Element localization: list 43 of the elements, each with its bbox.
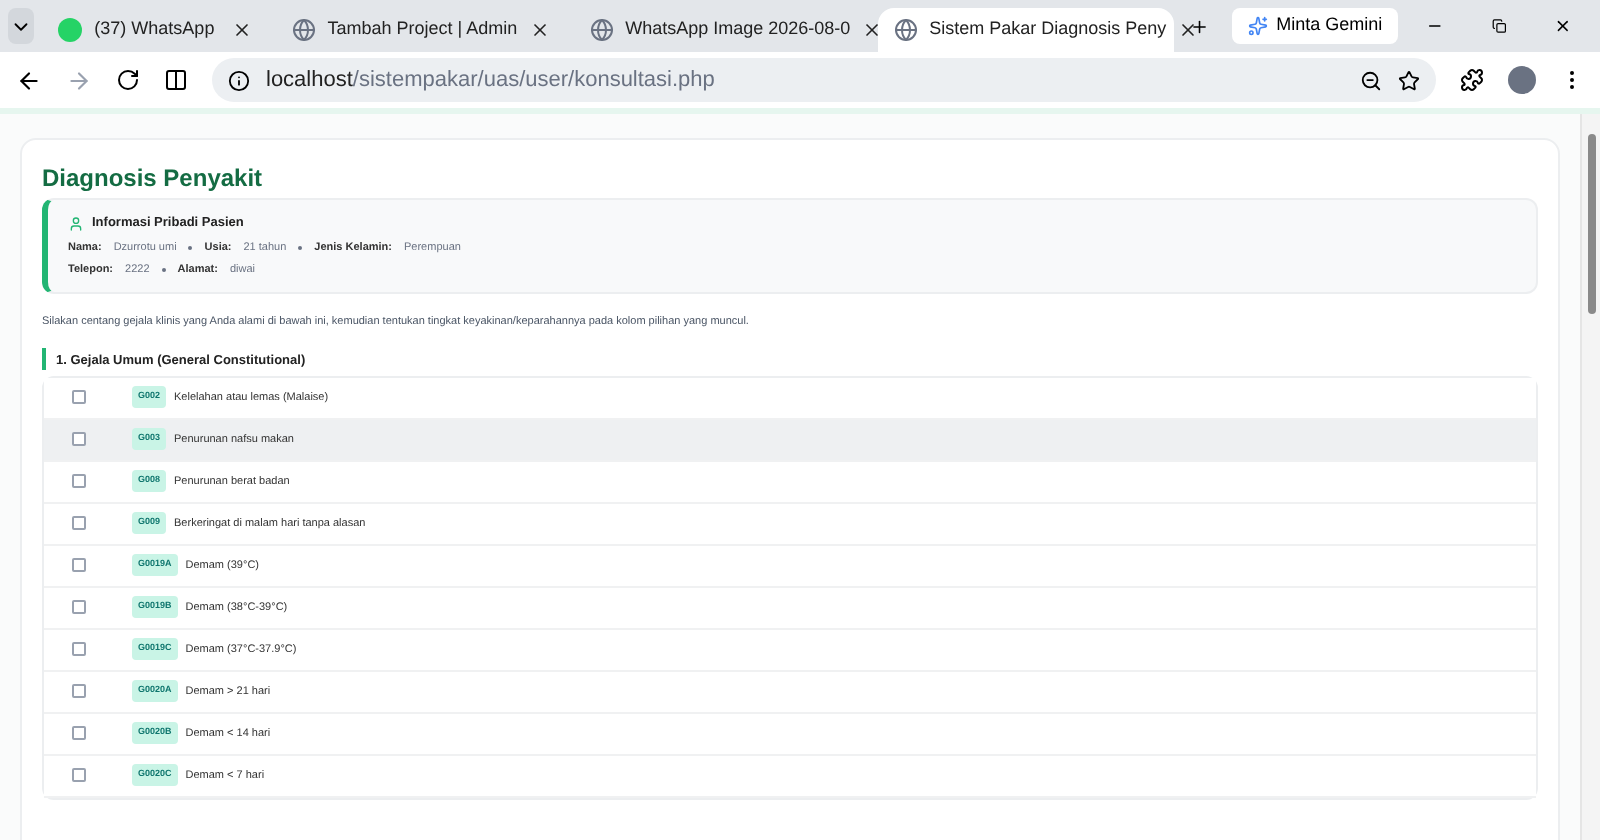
checkbox[interactable] (72, 726, 86, 741)
checkbox[interactable] (72, 432, 86, 447)
tab-list-button[interactable] (8, 8, 35, 44)
reload-icon[interactable] (116, 68, 140, 92)
checkbox[interactable] (72, 558, 86, 573)
chat-icon (58, 18, 83, 42)
split-view-icon[interactable] (164, 68, 188, 92)
close-icon[interactable] (862, 20, 883, 40)
url-text: localhost/sistempakar/uas/user/konsultasi.php (266, 65, 717, 96)
bookmark-star-icon[interactable] (1398, 69, 1420, 91)
zoom-out-icon[interactable] (1360, 69, 1382, 91)
checkbox[interactable] (72, 684, 86, 699)
profile-avatar[interactable] (1508, 66, 1536, 94)
close-icon[interactable] (529, 20, 550, 40)
address-bar[interactable]: localhost/sistempakar/uas/user/konsultasi.php (212, 58, 1436, 102)
tab-title: Tambah Project | Admin (327, 16, 518, 43)
tab-title: (37) WhatsApp (94, 16, 217, 43)
info-icon[interactable] (228, 69, 250, 91)
checkbox[interactable] (72, 474, 86, 489)
browser-tab[interactable]: WhatsApp Image 2026-08-0 (573, 8, 870, 52)
globe-icon (291, 18, 316, 42)
checkbox[interactable] (72, 600, 86, 615)
restore-icon[interactable] (1491, 16, 1507, 36)
scrollbar[interactable] (1580, 114, 1600, 840)
back-icon[interactable] (16, 67, 42, 93)
close-icon[interactable] (1178, 20, 1199, 40)
sparkle-icon (1248, 16, 1269, 36)
person-icon (68, 215, 84, 232)
tab-title: WhatsApp Image 2026-08-0 (625, 16, 851, 43)
forward-icon[interactable] (66, 67, 92, 93)
gemini-button[interactable]: Minta Gemini (1232, 8, 1399, 44)
browser-tab[interactable]: Tambah Project | Admin (275, 8, 566, 52)
tab-title: Sistem Pakar Diagnosis Peny (929, 16, 1167, 43)
checkbox[interactable] (72, 768, 86, 783)
checkbox[interactable] (72, 642, 86, 657)
checkbox[interactable] (72, 516, 86, 531)
close-icon[interactable] (231, 20, 252, 40)
page-title: Diagnosis Penyakit (42, 164, 265, 192)
extensions-icon[interactable] (1460, 68, 1484, 92)
browser-tab[interactable]: (37) WhatsApp (42, 8, 268, 52)
globe-icon (589, 18, 614, 42)
globe-icon (893, 18, 918, 42)
checkbox[interactable] (72, 390, 86, 405)
